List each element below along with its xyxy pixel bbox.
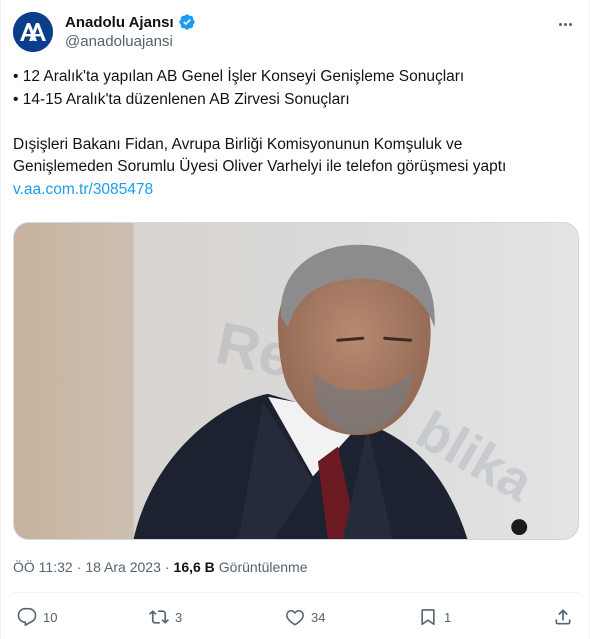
- meta-separator: ·: [164, 559, 170, 575]
- reply-count: 10: [43, 609, 58, 625]
- bookmark-icon: [421, 609, 435, 626]
- verified-badge-icon: [178, 14, 195, 30]
- more-dot: [558, 22, 562, 26]
- reply-icon: [17, 607, 37, 626]
- heart-icon: [286, 609, 304, 626]
- tweet-line: • 12 Aralık'ta yapılan AB Genel İşler Ko…: [13, 68, 465, 85]
- share-button[interactable]: [553, 604, 573, 630]
- more-dot: [563, 22, 567, 26]
- tweet-date[interactable]: 18 Ara 2023: [85, 559, 161, 575]
- tweet-line: Genişlemeden Sorumlu Üyesi Oliver Varhel…: [13, 158, 507, 175]
- like-button[interactable]: 34: [285, 604, 325, 630]
- bookmark-count: 1: [444, 609, 452, 625]
- repost-count: 3: [175, 609, 183, 625]
- tweet-time[interactable]: ÖÖ 11:32: [13, 559, 73, 575]
- views-label: Görüntülenme: [218, 559, 308, 575]
- like-count: 34: [311, 609, 326, 625]
- share-icon: [555, 609, 571, 625]
- author-name-row[interactable]: Anadolu Ajansı: [65, 12, 196, 32]
- tweet-card[interactable]: Anadolu Ajansı @anadoluajansi • 12 Aralı…: [0, 0, 590, 639]
- views-count: 16,6 B: [173, 559, 215, 575]
- repost-icon: [149, 610, 169, 624]
- tweet-meta: ÖÖ 11:32 · 18 Ara 2023 · 16,6 B Görüntül…: [13, 557, 308, 577]
- photo-image: Res blika: [14, 223, 578, 539]
- tweet-line: • 14-15 Aralık'ta düzenlenen AB Zirvesi …: [13, 90, 350, 108]
- avatar[interactable]: [13, 12, 53, 52]
- reply-button[interactable]: 10: [17, 604, 57, 630]
- author-handle[interactable]: @anadoluajansi: [65, 33, 173, 50]
- more-options-icon[interactable]: [555, 14, 575, 34]
- repost-button[interactable]: 3: [149, 604, 182, 630]
- aa-logo-icon: [13, 12, 53, 52]
- action-bar: 10 3 34 1: [13, 604, 579, 630]
- divider: [13, 592, 579, 593]
- tweet-photo[interactable]: Res blika: [13, 222, 579, 540]
- tweet-text: • 12 Aralık'ta yapılan AB Genel İşler Ko…: [13, 66, 579, 201]
- bookmark-button[interactable]: 1: [418, 604, 451, 630]
- tweet-line: Dışişleri Bakanı Fidan, Avrupa Birliği K…: [13, 135, 463, 153]
- meta-separator: ·: [76, 559, 82, 575]
- more-dot: [568, 22, 572, 26]
- author-display-name[interactable]: Anadolu Ajansı: [65, 14, 174, 31]
- tweet-link[interactable]: v.aa.com.tr/3085478: [13, 179, 579, 202]
